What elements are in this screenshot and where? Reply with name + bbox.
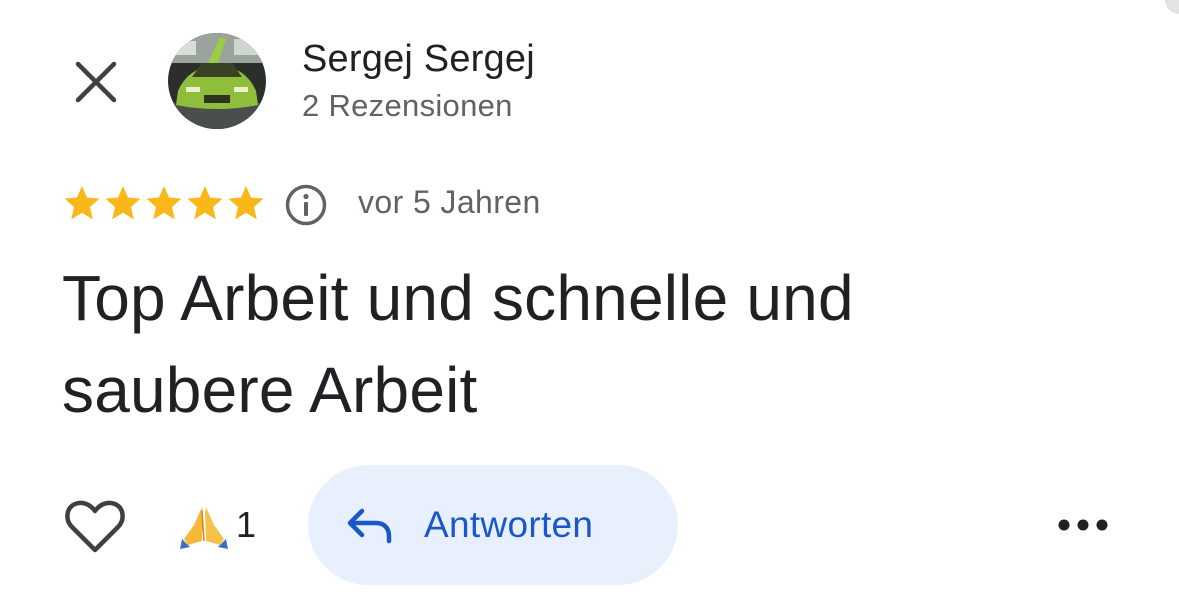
more-horizontal-icon (1058, 519, 1108, 531)
heart-icon (65, 500, 125, 553)
review-date: vor 5 Jahren (358, 184, 541, 220)
close-icon (75, 61, 117, 103)
info-button[interactable] (284, 183, 328, 227)
star-icon (64, 186, 100, 220)
corner-shade (1165, 0, 1179, 14)
star-icon (228, 186, 264, 220)
avatar-image (168, 33, 266, 129)
info-icon (285, 184, 327, 226)
reply-icon (347, 508, 392, 544)
pray-emoji-icon (180, 507, 228, 549)
like-button[interactable] (64, 498, 126, 554)
reaction-summary[interactable]: 1 (178, 500, 256, 550)
more-options-button[interactable] (1052, 500, 1114, 550)
avatar[interactable] (168, 33, 266, 129)
reply-button[interactable]: Antworten (308, 465, 678, 585)
star-rating (62, 183, 266, 223)
reply-label: Antworten (424, 504, 594, 545)
star-icon (187, 186, 223, 220)
reaction-count: 1 (236, 504, 257, 545)
star-icon (146, 186, 182, 220)
close-button[interactable] (66, 52, 126, 112)
star-icon (105, 186, 141, 220)
review-text: Top Arbeit und schnelle und saubere Arbe… (62, 262, 854, 426)
reviewer-name[interactable]: Sergej Sergej (302, 38, 535, 81)
reviewer-review-count: 2 Rezensionen (302, 88, 513, 123)
